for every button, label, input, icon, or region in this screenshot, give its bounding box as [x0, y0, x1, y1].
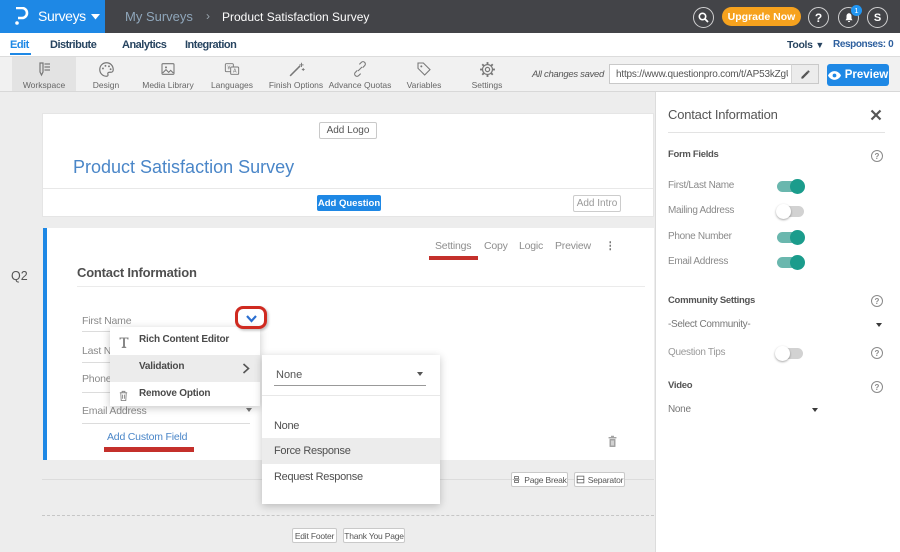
svg-text:¥: ¥	[227, 66, 230, 72]
svg-text:A: A	[233, 69, 237, 75]
